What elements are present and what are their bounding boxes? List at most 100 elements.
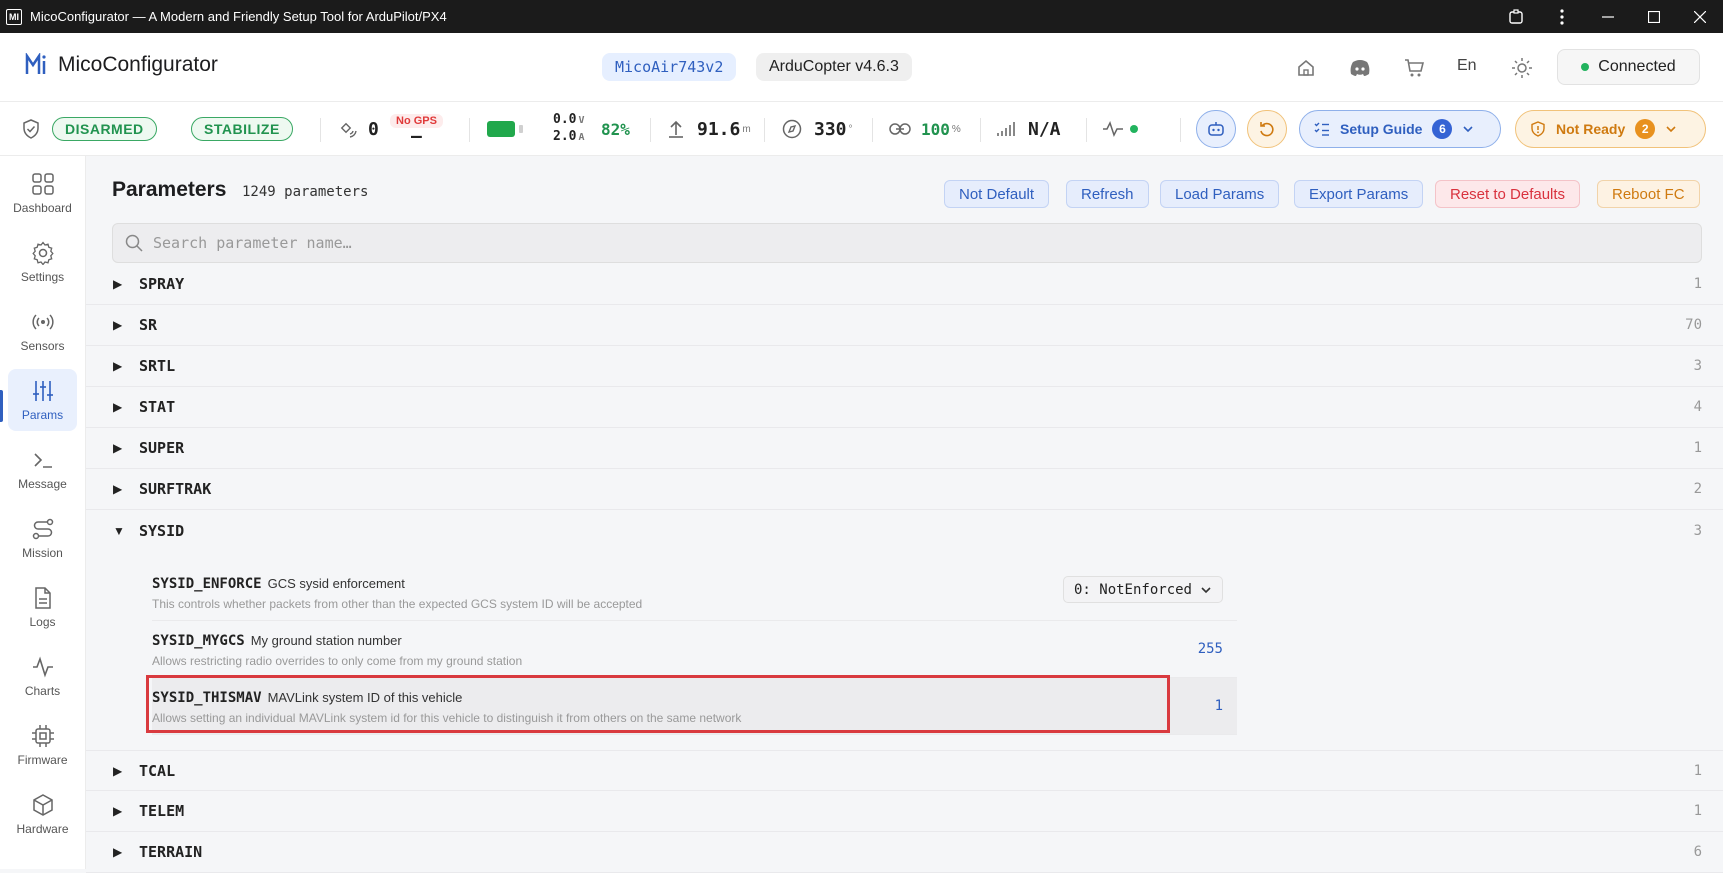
grid-icon: [31, 172, 54, 195]
group-count: 4: [1693, 399, 1702, 415]
sidebar-item-label: Charts: [24, 683, 61, 698]
param-value[interactable]: 1: [1215, 698, 1223, 714]
maximize-icon[interactable]: [1631, 0, 1677, 33]
heading-unit: °: [848, 123, 853, 135]
sidebar-item-charts[interactable]: Charts: [8, 645, 77, 707]
param-group-row[interactable]: ▶ TELEM 1: [86, 791, 1723, 832]
chip-icon: [31, 724, 54, 747]
sidebar-item-message[interactable]: Message: [8, 438, 77, 500]
robot-icon[interactable]: [1196, 110, 1236, 148]
not-default-button[interactable]: Not Default: [944, 180, 1050, 208]
route-icon: [32, 518, 53, 539]
reset-defaults-button[interactable]: Reset to Defaults: [1435, 180, 1581, 208]
altitude-value: 91.6: [697, 118, 741, 140]
link-quality-value: 100: [921, 119, 950, 139]
caret-right-icon: ▶: [113, 845, 123, 859]
flight-mode-badge[interactable]: STABILIZE: [191, 117, 293, 141]
group-count: 1: [1693, 276, 1702, 292]
sliders-icon: [32, 380, 53, 401]
checklist-icon: [1314, 122, 1329, 136]
heading-value: 330: [814, 118, 847, 140]
group-name: SPRAY: [139, 275, 185, 293]
heartbeat-icon: [1102, 102, 1124, 156]
sidebar-item-label: Params: [21, 407, 64, 422]
sidebar-item-logs[interactable]: Logs: [8, 576, 77, 638]
voltage-unit: V: [578, 115, 585, 126]
load-params-button[interactable]: Load Params: [1160, 180, 1280, 208]
connection-button[interactable]: Connected: [1557, 49, 1700, 85]
group-count: 6: [1693, 844, 1702, 860]
export-params-button[interactable]: Export Params: [1294, 180, 1424, 208]
search-box: [112, 223, 1702, 263]
sidebar-item-params[interactable]: Params: [8, 369, 77, 431]
param-row-sysid-thismav[interactable]: SYSID_THISMAV MAVLink system ID of this v…: [152, 678, 1237, 735]
language-toggle[interactable]: En: [1457, 57, 1477, 75]
connection-status-dot: [1581, 63, 1590, 71]
window-title: MicoConfigurator — A Modern and Friendly…: [30, 9, 447, 24]
param-group-row[interactable]: ▶ SPRAY 1: [86, 264, 1723, 305]
search-input[interactable]: [153, 234, 1653, 252]
param-group-row[interactable]: ▶ SR 70: [86, 305, 1723, 346]
sidebar-item-settings[interactable]: Settings: [8, 231, 77, 293]
param-row-sysid-mygcs[interactable]: SYSID_MYGCS My ground station number Allo…: [152, 621, 1237, 678]
reset-icon[interactable]: [1247, 110, 1287, 148]
param-name: SYSID_THISMAV: [152, 690, 262, 706]
more-menu-icon[interactable]: [1539, 0, 1585, 33]
param-group-row[interactable]: ▶ TCAL 1: [86, 750, 1723, 791]
sidebar-item-label: Firmware: [17, 752, 68, 767]
board-chip: MicoAir743v2: [602, 53, 737, 81]
battery-icon: [487, 121, 523, 137]
group-count: 3: [1693, 358, 1702, 374]
group-count: 2: [1693, 481, 1702, 497]
not-ready-label: Not Ready: [1556, 121, 1626, 137]
param-group-row[interactable]: ▶ SUPER 1: [86, 428, 1723, 469]
sun-icon[interactable]: [1511, 57, 1533, 79]
brand[interactable]: MicoConfigurator: [24, 53, 218, 77]
sidebar-item-hardware[interactable]: Hardware: [8, 783, 77, 845]
sidebar-item-dashboard[interactable]: Dashboard: [8, 162, 77, 224]
refresh-button[interactable]: Refresh: [1066, 180, 1149, 208]
caret-right-icon: ▶: [113, 804, 123, 818]
sidebar-item-label: Dashboard: [13, 200, 72, 215]
sidebar: Dashboard Settings Sensors Params Messag…: [0, 156, 86, 869]
param-row-sysid-enforce[interactable]: SYSID_ENFORCE GCS sysid enforcement This …: [152, 564, 1237, 621]
param-group-row[interactable]: ▶ STAT 4: [86, 387, 1723, 428]
param-group-row[interactable]: ▶ TERRAIN 6: [86, 832, 1723, 873]
group-count: 1: [1693, 440, 1702, 456]
param-value-select[interactable]: 0: NotEnforced: [1062, 576, 1223, 603]
group-name: TELEM: [139, 802, 185, 820]
parameter-count: 1249 parameters: [242, 184, 369, 200]
caret-right-icon: ▶: [113, 482, 123, 496]
reboot-fc-button[interactable]: Reboot FC: [1597, 180, 1700, 208]
param-group-row[interactable]: ▶ SURFTRAK 2: [86, 469, 1723, 510]
sidebar-item-sensors[interactable]: Sensors: [8, 300, 77, 362]
caret-right-icon: ▶: [113, 441, 123, 455]
sidebar-item-firmware[interactable]: Firmware: [8, 714, 77, 776]
setup-guide-button[interactable]: Setup Guide 6: [1299, 110, 1501, 148]
home-icon[interactable]: [1295, 57, 1317, 79]
caret-right-icon: ▶: [113, 359, 123, 373]
search-icon: [125, 234, 143, 252]
link-icon: [889, 102, 911, 156]
param-group-row[interactable]: ▶ SRTL 3: [86, 346, 1723, 387]
box-icon: [32, 793, 53, 816]
gear-icon: [31, 240, 54, 265]
sidebar-item-label: Sensors: [20, 338, 65, 353]
sidebar-item-mission[interactable]: Mission: [8, 507, 77, 569]
param-group-row-expanded[interactable]: ▼ SYSID 3: [86, 510, 1723, 551]
caret-right-icon: ▶: [113, 318, 123, 332]
not-ready-button[interactable]: Not Ready 2: [1515, 110, 1706, 148]
cart-icon[interactable]: [1403, 57, 1425, 79]
status-bar: DISARMED STABILIZE 0 No GPS – 0.0 V 2.0 A …: [0, 102, 1723, 156]
group-name: TERRAIN: [139, 843, 203, 861]
current-unit: A: [578, 132, 585, 143]
group-count: 1: [1693, 803, 1702, 819]
chevron-down-icon: [1666, 126, 1676, 133]
minimize-icon[interactable]: [1585, 0, 1631, 33]
gps-fix: –: [411, 125, 422, 147]
discord-icon[interactable]: [1349, 57, 1371, 79]
extension-icon[interactable]: [1493, 0, 1539, 33]
caret-right-icon: ▶: [113, 763, 123, 778]
close-icon[interactable]: [1677, 0, 1723, 33]
param-value[interactable]: 255: [1198, 641, 1223, 657]
